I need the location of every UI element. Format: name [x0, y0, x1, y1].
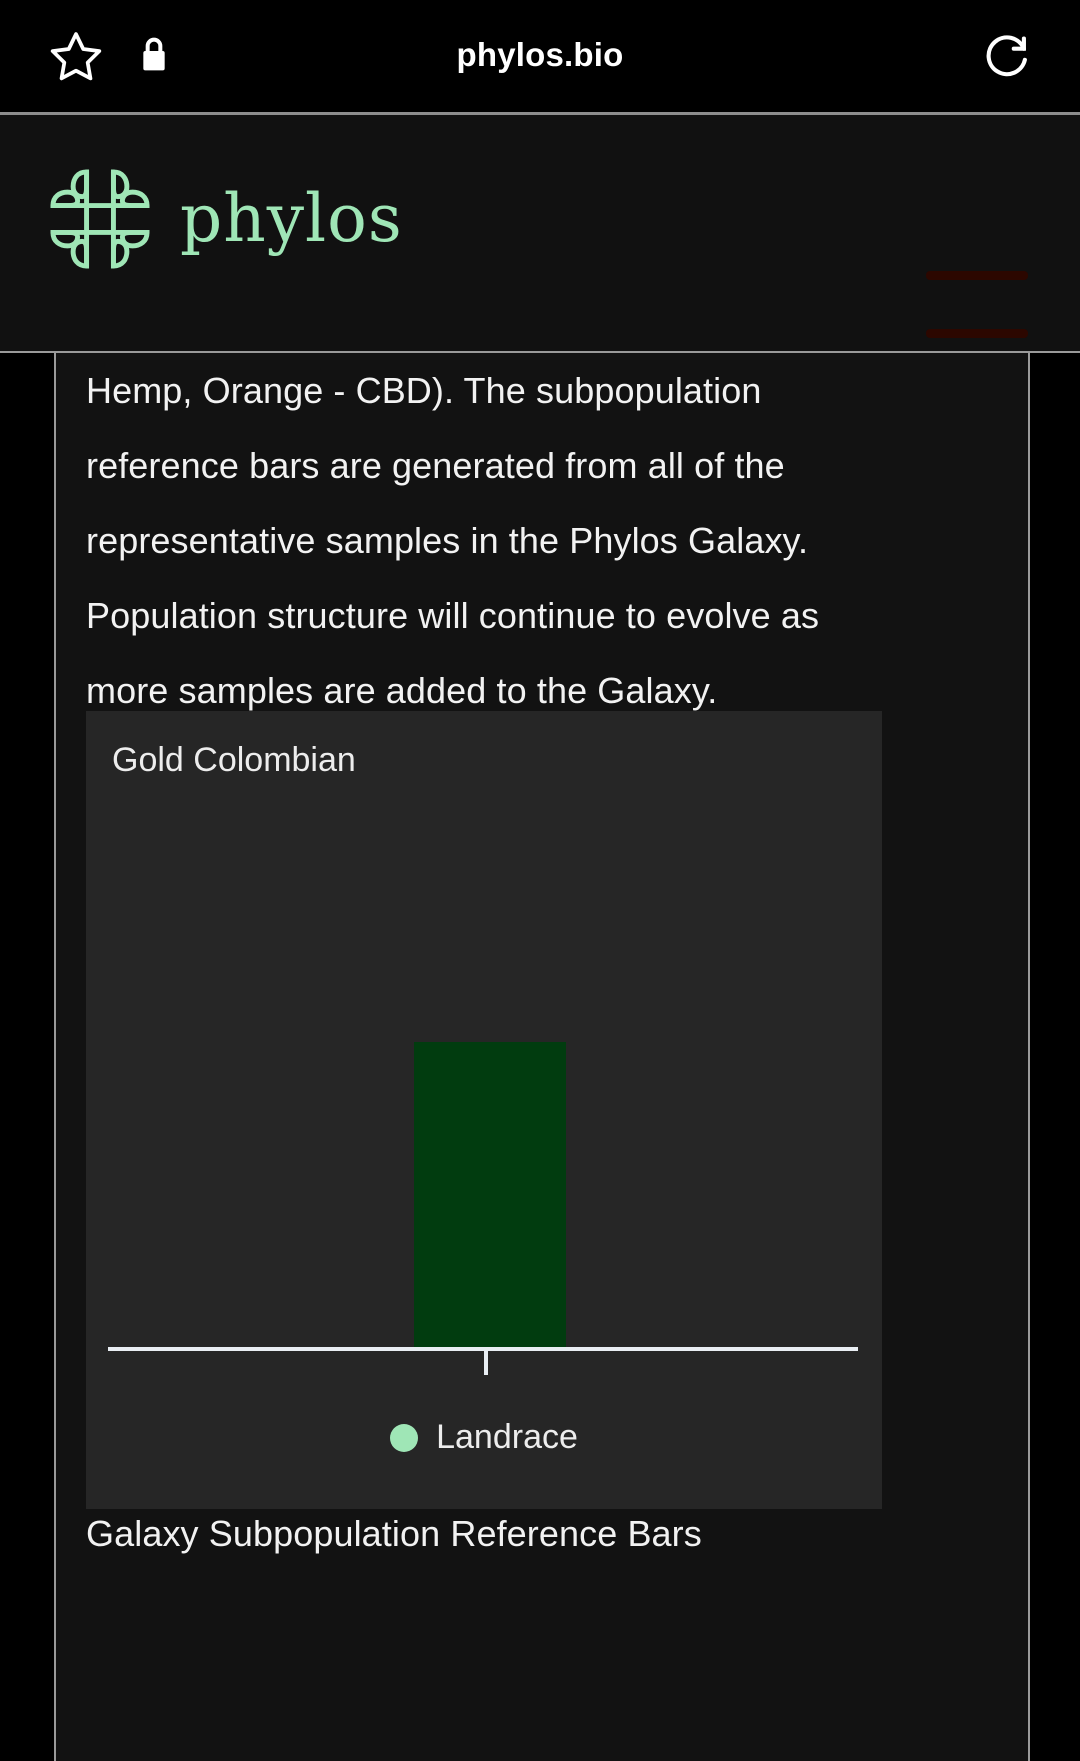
- url-text[interactable]: phylos.bio: [0, 36, 1080, 74]
- bar-landrace: [414, 1042, 566, 1349]
- x-axis-tick-landrace: [484, 1349, 488, 1375]
- body-paragraph: Hemp, Orange - CBD). The subpopulation r…: [86, 370, 820, 711]
- chart-legend: Landrace: [86, 1418, 882, 1457]
- legend-swatch-landrace: [390, 1423, 419, 1452]
- chart-plot-area: [86, 711, 882, 1509]
- reload-icon[interactable]: [978, 26, 1036, 84]
- chart-caption: Galaxy Subpopulation Reference Bars: [86, 1513, 702, 1554]
- brand-logo[interactable]: phylos: [44, 163, 403, 275]
- phylos-knot-logo-icon: [44, 163, 156, 275]
- hamburger-line-1: [926, 271, 1028, 280]
- brand-name: phylos: [180, 180, 403, 257]
- content-panel: Hemp, Orange - CBD). The subpopulation r…: [54, 353, 1030, 1761]
- hamburger-line-2: [926, 329, 1028, 338]
- x-axis-line: [108, 1347, 858, 1351]
- site-header: phylos: [0, 115, 1080, 372]
- browser-toolbar: phylos.bio: [0, 0, 1080, 112]
- subpopulation-chart-card[interactable]: Gold Colombian Landrace: [86, 711, 882, 1509]
- legend-label-landrace: Landrace: [436, 1418, 578, 1456]
